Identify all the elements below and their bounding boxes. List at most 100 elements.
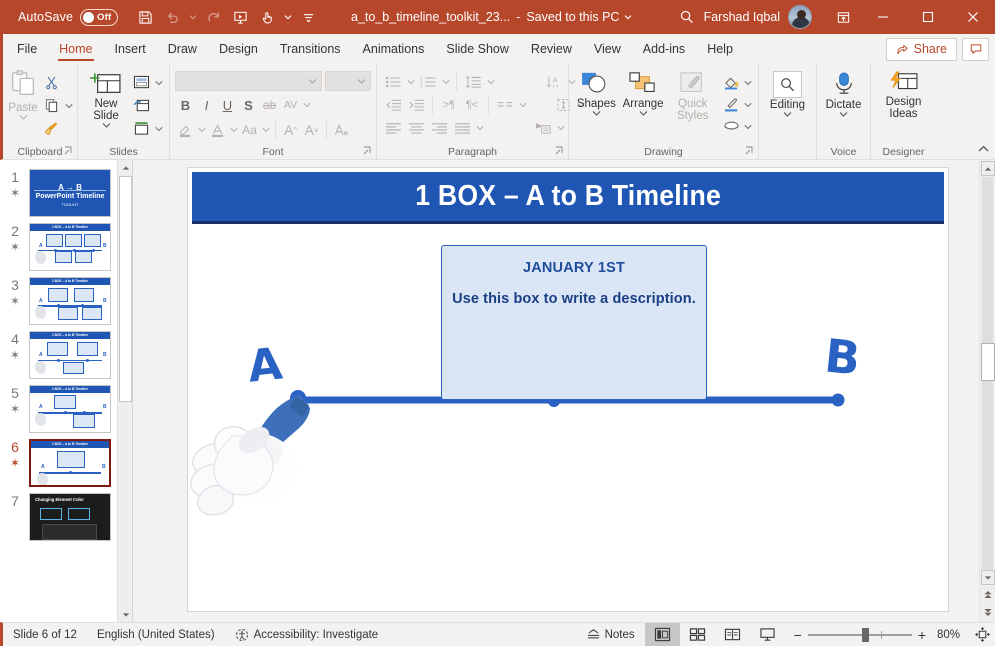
font-color-button[interactable] (207, 119, 228, 141)
decrease-indent-button[interactable] (382, 94, 404, 115)
thumbnail-image[interactable]: A → B PowerPoint Timeline TOOLKIT (29, 169, 111, 217)
convert-to-smartart-dropdown-icon[interactable] (555, 125, 566, 131)
underline-button[interactable]: U (217, 94, 238, 116)
paragraph-dialog-launcher[interactable] (555, 146, 564, 158)
numbering-dropdown-icon[interactable] (440, 79, 451, 85)
thumbnail-scroll-up-icon[interactable] (118, 160, 132, 175)
fit-slide-to-window-button[interactable] (969, 623, 995, 646)
increase-font-size-button[interactable]: A ^ (280, 119, 301, 141)
collapse-ribbon-icon[interactable] (975, 141, 991, 157)
new-slide-button[interactable]: New Slide (83, 69, 129, 128)
zoom-slider[interactable] (807, 627, 912, 642)
align-right-button[interactable] (428, 117, 450, 138)
right-to-left-button[interactable]: ¶< (461, 94, 483, 115)
numbering-button[interactable]: 123 (417, 71, 439, 92)
thumbnail-image[interactable]: 1 BOX – A to B Timeline A B (29, 331, 111, 379)
list-item[interactable]: 1 ✶ A → B PowerPoint Timeline TOOLKIT (0, 166, 116, 220)
tab-view[interactable]: View (583, 34, 632, 64)
touch-mode-dropdown-icon[interactable] (281, 4, 294, 30)
line-spacing-dropdown-icon[interactable] (485, 79, 496, 85)
slide-counter[interactable]: Slide 6 of 12 (3, 623, 87, 646)
slide-show-view-button[interactable] (750, 623, 785, 646)
notes-button[interactable]: Notes (576, 623, 645, 646)
save-location[interactable]: Saved to this PC (526, 10, 632, 24)
font-dialog-launcher[interactable] (363, 146, 372, 158)
cut-button[interactable] (40, 72, 62, 93)
slide-sorter-view-button[interactable] (680, 623, 715, 646)
character-spacing-dropdown-icon[interactable] (301, 102, 312, 108)
slide-title-bar[interactable]: 1 BOX – A to B Timeline (192, 172, 944, 224)
avatar[interactable] (788, 5, 812, 29)
editing-button[interactable]: Editing (764, 69, 811, 117)
clear-formatting-button[interactable] (331, 119, 352, 141)
tab-file[interactable]: File (3, 34, 48, 64)
list-item[interactable]: 3 ✶ 1 BOX – A to B Timeline A B (0, 274, 116, 328)
slide-layout-dropdown-icon[interactable] (153, 80, 164, 86)
search-icon[interactable] (674, 4, 700, 30)
tab-add-ins[interactable]: Add-ins (632, 34, 696, 64)
thumbnail-scrollbar-thumb[interactable] (119, 176, 132, 402)
zoom-out-button[interactable]: − (794, 627, 802, 643)
strikethrough-button[interactable]: ab (259, 94, 280, 116)
text-highlight-dropdown-icon[interactable] (196, 127, 207, 133)
tab-insert[interactable]: Insert (104, 34, 157, 64)
left-to-right-button[interactable]: >¶ (438, 94, 460, 115)
shape-fill-dropdown-icon[interactable] (742, 80, 753, 86)
bullets-dropdown-icon[interactable] (405, 79, 416, 85)
shape-outline-dropdown-icon[interactable] (742, 102, 753, 108)
clipboard-dialog-launcher[interactable] (64, 146, 73, 158)
undo-dropdown-icon[interactable] (186, 4, 199, 30)
description-box[interactable]: JANUARY 1ST Use this box to write a desc… (441, 245, 707, 400)
canvas-scroll-down-icon[interactable] (981, 570, 995, 585)
design-ideas-button[interactable]: Design Ideas (876, 69, 931, 120)
font-color-dropdown-icon[interactable] (228, 127, 239, 133)
justify-dropdown-icon[interactable] (474, 125, 485, 131)
zoom-slider-thumb[interactable] (861, 627, 869, 642)
copy-button[interactable] (40, 95, 62, 116)
zoom-level[interactable]: 80% (932, 629, 960, 641)
format-painter-button[interactable] (40, 118, 62, 139)
paste-button[interactable]: Paste (8, 69, 38, 120)
tab-draw[interactable]: Draw (157, 34, 208, 64)
customize-quick-access-toolbar-icon[interactable] (295, 4, 321, 30)
list-item[interactable]: 5 ✶ 1 BOX – A to B Timeline A B (0, 382, 116, 436)
touch-mode-icon[interactable] (254, 4, 280, 30)
ribbon-display-options-icon[interactable] (826, 0, 860, 34)
character-spacing-button[interactable]: AV (280, 94, 301, 116)
reset-slide-button[interactable] (130, 95, 152, 116)
thumbnail-image[interactable]: 1 BOX – A to B Timeline A B (29, 277, 111, 325)
list-item[interactable]: 2 ✶ 1 BOX – A to B Timeline A B (0, 220, 116, 274)
change-case-dropdown-icon[interactable] (260, 127, 271, 133)
zoom-in-button[interactable]: + (918, 627, 926, 643)
reading-view-button[interactable] (715, 623, 750, 646)
drawing-dialog-launcher[interactable] (745, 146, 754, 158)
thumbnail-image[interactable]: 1 BOX – A to B Timeline A B (29, 439, 111, 487)
justify-button[interactable] (451, 117, 473, 138)
list-item[interactable]: 6 ✶ 1 BOX – A to B Timeline A B (0, 436, 116, 490)
dictate-button[interactable]: Dictate (822, 69, 865, 117)
autosave-control[interactable]: AutoSave Off (18, 8, 119, 26)
shape-effects-dropdown-icon[interactable] (742, 124, 753, 130)
shapes-button[interactable]: Shapes (574, 69, 619, 116)
maximize-icon[interactable] (905, 0, 950, 34)
text-direction-button[interactable]: A (543, 71, 565, 92)
tab-design[interactable]: Design (208, 34, 269, 64)
zoom-control[interactable]: − + 80% (785, 627, 969, 643)
tab-animations[interactable]: Animations (352, 34, 436, 64)
autosave-toggle[interactable]: Off (80, 8, 119, 26)
font-size-input[interactable] (325, 71, 371, 91)
bold-button[interactable]: B (175, 94, 196, 116)
previous-slide-button[interactable] (981, 586, 995, 603)
list-item[interactable]: 4 ✶ 1 BOX – A to B Timeline A B (0, 328, 116, 382)
slide-canvas[interactable]: 1 BOX – A to B Timeline A B JANUARY 1ST … (188, 168, 948, 611)
thumbnail-image[interactable]: 1 BOX – A to B Timeline A B (29, 385, 111, 433)
convert-to-smartart-button[interactable] (532, 117, 554, 138)
tab-transitions[interactable]: Transitions (269, 34, 352, 64)
copy-dropdown-icon[interactable] (63, 103, 74, 109)
tab-review[interactable]: Review (520, 34, 583, 64)
section-dropdown-icon[interactable] (153, 126, 164, 132)
italic-button[interactable]: I (196, 94, 217, 116)
comment-icon[interactable] (962, 37, 989, 61)
line-spacing-button[interactable] (462, 71, 484, 92)
tab-help[interactable]: Help (696, 34, 744, 64)
